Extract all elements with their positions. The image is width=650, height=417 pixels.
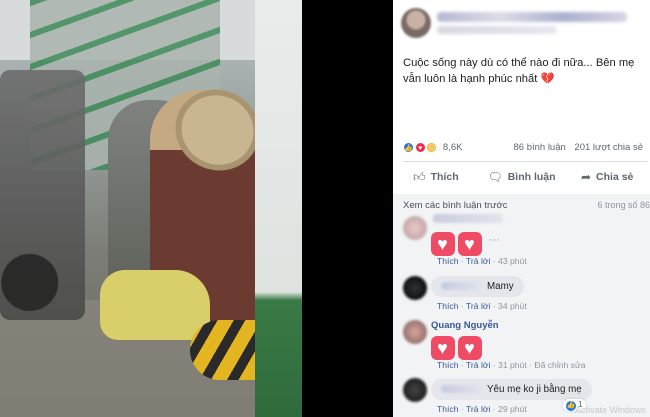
comment-like-link[interactable]: Thích — [437, 256, 459, 266]
comment-like-link[interactable]: Thích — [437, 301, 459, 311]
avatar[interactable] — [403, 378, 427, 402]
thumbs-up-icon: 👍︎ — [413, 169, 426, 184]
post-photo[interactable] — [0, 0, 302, 417]
page-name-blurred[interactable] — [437, 12, 627, 22]
broken-heart-icon: 💔 — [540, 72, 555, 85]
comment-time: 43 phút — [498, 256, 527, 266]
avatar[interactable] — [403, 216, 427, 240]
like-label: Thích — [430, 171, 459, 183]
post-text: Cuộc sống này dù có thể nào đi nữa... Bê… — [403, 56, 643, 87]
comment-like-link[interactable]: Thích — [437, 360, 459, 370]
reactions-bar[interactable]: 👍 ♥ ☹ 8,6K 86 bình luận 201 lượt chia sẻ — [403, 142, 643, 156]
commenter-name-blurred[interactable] — [433, 214, 503, 223]
share-arrow-icon: ➦ — [580, 170, 592, 184]
heart-emoji-icon: ♥ — [458, 336, 482, 360]
post-time-blurred — [437, 26, 557, 34]
comment-body: Yêu mẹ ko ji bằng mẹ — [487, 384, 582, 395]
comment-meta: Thích · Trả lời · 34 phút — [437, 301, 527, 311]
comment-count[interactable]: 86 bình luận — [513, 142, 565, 153]
post-header — [393, 0, 650, 40]
avatar[interactable] — [403, 276, 427, 300]
photo-pillar — [255, 0, 302, 417]
comment-like-link[interactable]: Thích — [437, 404, 459, 414]
commenter-name[interactable]: Quang Nguyễn — [431, 320, 499, 331]
post-caption: Cuộc sống này dù có thể nào đi nữa... Bê… — [403, 57, 635, 85]
love-reaction-icon: ♥ — [414, 142, 426, 153]
comments-section: Xem các bình luận trước 6 trong số 86 ♥ ♥… — [393, 194, 650, 417]
divider — [403, 161, 647, 162]
activate-windows-watermark: Activate Windows — [574, 405, 646, 415]
comment-label: Bình luận — [507, 171, 556, 183]
commenter-name-blurred[interactable] — [441, 385, 481, 394]
comment-page-count: 6 trong số 86 — [597, 200, 650, 210]
heart-emoji-icon: ♥ — [458, 232, 482, 256]
commenter-name-blurred[interactable] — [441, 282, 481, 291]
share-label: Chia sẻ — [596, 171, 634, 183]
comment-hearts: ♥ ♥ — [431, 230, 485, 256]
comment-bubble: Yêu mẹ ko ji bằng mẹ — [431, 379, 592, 400]
post-actions: 👍︎ Thích 🗨︎ Bình luận ➦ Chia sẻ — [393, 164, 650, 190]
comment-meta: Thích · Trả lời · 29 phút — [437, 404, 527, 414]
comment-button[interactable]: 🗨︎ Bình luận — [479, 164, 565, 190]
comment-bubble-icon: 🗨︎ — [487, 170, 503, 184]
comment-hearts: ♥ ♥ — [431, 334, 485, 360]
photo-bag — [100, 270, 210, 340]
comment-reply-link[interactable]: Trả lời — [466, 404, 490, 414]
comment-bubble: Mamy — [431, 276, 524, 297]
view-previous-comments-link[interactable]: Xem các bình luận trước — [403, 200, 507, 211]
comment-time: 34 phút — [498, 301, 527, 311]
share-count[interactable]: 201 lượt chia sẻ — [574, 142, 643, 153]
avatar[interactable] — [403, 320, 427, 344]
sad-reaction-icon: ☹ — [426, 142, 438, 153]
comment-meta: Thích · Trả lời · 31 phút · Đã chỉnh sửa — [437, 360, 586, 370]
comment-reply-link[interactable]: Trả lời — [466, 301, 490, 311]
share-button[interactable]: ➦ Chia sẻ — [564, 164, 650, 190]
post-panel: Cuộc sống này dù có thể nào đi nữa... Bê… — [393, 0, 650, 417]
comment-time: 31 phút — [498, 360, 527, 370]
page-avatar[interactable] — [401, 8, 431, 38]
comment-body: Mamy — [487, 281, 514, 292]
more-dots-icon[interactable]: ··· — [489, 234, 500, 246]
like-reaction-icon: 👍 — [403, 142, 414, 153]
comment-meta: Thích · Trả lời · 43 phút — [437, 256, 527, 266]
heart-emoji-icon: ♥ — [431, 232, 455, 256]
reaction-count[interactable]: 8,6K — [443, 142, 463, 153]
photo-motorbike — [0, 70, 85, 320]
heart-emoji-icon: ♥ — [431, 336, 455, 360]
comment-reply-link[interactable]: Trả lời — [466, 360, 490, 370]
comment-edited: Đã chỉnh sửa — [534, 360, 586, 370]
comment-reply-link[interactable]: Trả lời — [466, 256, 490, 266]
comment-time: 29 phút — [498, 404, 527, 414]
like-button[interactable]: 👍︎ Thích — [393, 164, 479, 190]
